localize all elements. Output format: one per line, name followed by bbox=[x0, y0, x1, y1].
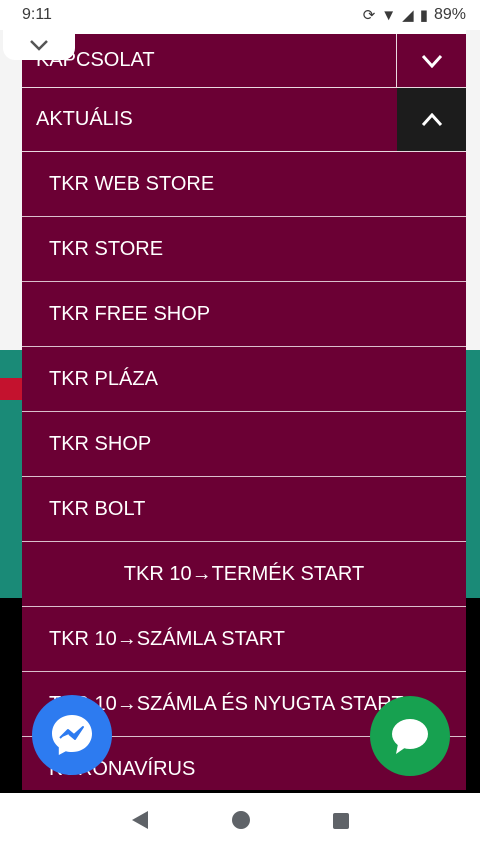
background-banner-right bbox=[466, 350, 480, 598]
submenu-item-shop[interactable]: TKR SHOP bbox=[22, 412, 466, 477]
chat-bubble-icon bbox=[392, 719, 428, 754]
wifi-icon: ▼ bbox=[381, 6, 397, 24]
signal-icon: ◢ bbox=[402, 6, 414, 24]
chevron-down-icon bbox=[421, 54, 442, 68]
submenu-item-label: TKR 10→TERMÉK START bbox=[123, 562, 365, 585]
menu-item-label: KAPCSOLAT bbox=[36, 49, 155, 71]
status-bar: 9:11 ⟳ ▼ ◢ ▮ 89% bbox=[0, 0, 480, 30]
submenu-item-plaza[interactable]: TKR PLÁZA bbox=[22, 347, 466, 412]
menu-item-aktualis[interactable]: AKTUÁLIS bbox=[22, 88, 466, 152]
submenu-item-free-shop[interactable]: TKR FREE SHOP bbox=[22, 282, 466, 347]
home-button[interactable] bbox=[231, 810, 251, 836]
submenu-item-label: TKR SHOP bbox=[49, 432, 152, 455]
status-icons: ⟳ ▼ ◢ ▮ 89% bbox=[363, 6, 466, 24]
background-logo bbox=[0, 378, 22, 400]
submenu-item-label: TKR WEB STORE bbox=[49, 172, 215, 195]
battery-level: 89% bbox=[433, 6, 466, 23]
submenu-item-label: TKR PLÁZA bbox=[49, 367, 158, 390]
chevron-up-icon bbox=[421, 112, 442, 126]
home-icon bbox=[231, 811, 250, 829]
submenu-item-web-store[interactable]: TKR WEB STORE bbox=[22, 152, 466, 217]
chat-button[interactable] bbox=[370, 696, 450, 776]
submenu-item-label: TKR FREE SHOP bbox=[49, 302, 211, 325]
status-time: 9:11 bbox=[22, 6, 52, 23]
battery-icon: ▮ bbox=[419, 6, 428, 24]
chevron-down-icon bbox=[30, 40, 48, 51]
submenu-item-termek-start[interactable]: TKR 10→TERMÉK START bbox=[22, 542, 466, 607]
menu-item-kapcsolat[interactable]: KAPCSOLAT bbox=[22, 34, 466, 88]
messenger-icon bbox=[52, 715, 92, 755]
navigation-menu: KAPCSOLAT AKTUÁLIS TKR WEB STORE TKR STO… bbox=[22, 34, 466, 790]
recents-icon bbox=[332, 813, 349, 829]
collapse-menu-tab[interactable] bbox=[3, 30, 75, 60]
back-icon bbox=[132, 811, 149, 829]
menu-item-label: AKTUÁLIS bbox=[36, 108, 133, 130]
submenu-item-szamla-start[interactable]: TKR 10→SZÁMLA START bbox=[22, 607, 466, 672]
submenu-item-label: TKR 10→SZÁMLA START bbox=[49, 627, 285, 650]
submenu-item-label: TKR BOLT bbox=[49, 497, 146, 520]
android-nav-bar bbox=[0, 793, 480, 853]
collapse-toggle[interactable] bbox=[397, 88, 466, 151]
recents-button[interactable] bbox=[332, 810, 350, 836]
submenu-item-bolt[interactable]: TKR BOLT bbox=[22, 477, 466, 542]
submenu-item-store[interactable]: TKR STORE bbox=[22, 217, 466, 282]
expand-toggle[interactable] bbox=[396, 34, 466, 87]
messenger-button[interactable] bbox=[32, 695, 112, 775]
sync-icon: ⟳ bbox=[362, 6, 376, 24]
back-button[interactable] bbox=[130, 809, 150, 837]
submenu-item-label: TKR STORE bbox=[49, 237, 164, 260]
